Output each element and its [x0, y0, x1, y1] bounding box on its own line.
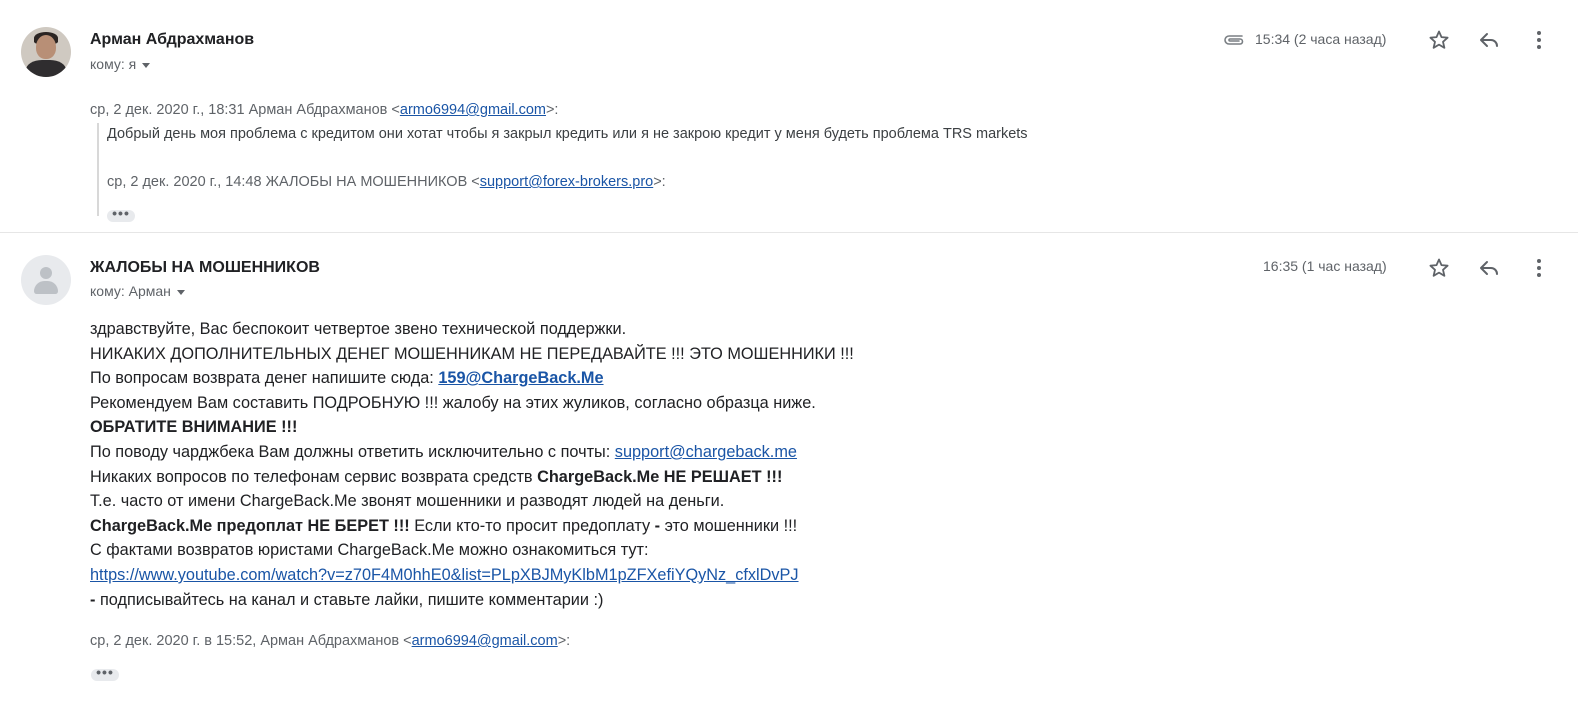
message-body: здравствуйте, Вас беспокоит четвертое зв…	[90, 317, 854, 612]
sender-email-link[interactable]: armo6994@gmail.com	[412, 633, 558, 649]
sender-email-link[interactable]: armo6994@gmail.com	[400, 102, 546, 118]
body-line: Т.е. часто от имени ChargeBack.Me звонят…	[90, 492, 725, 511]
chevron-down-icon	[176, 289, 185, 295]
body-line: По поводу чарджбека Вам должны ответить …	[90, 440, 854, 465]
youtube-link[interactable]: https://www.youtube.com/watch?v=z70F4M0h…	[90, 566, 799, 584]
quoted-header-suffix: >:	[545, 102, 559, 118]
body-line: Никаких вопросов по телефонам сервис воз…	[90, 465, 854, 490]
body-line: По вопросам возврата денег напишите сюда…	[90, 366, 854, 391]
body-line: https://www.youtube.com/watch?v=z70F4M0h…	[90, 563, 854, 588]
more-vert-icon[interactable]	[1527, 256, 1551, 280]
sender-name[interactable]: ЖАЛОБЫ НА МОШЕННИКОВ	[90, 259, 320, 277]
body-line-bold: ОБРАТИТЕ ВНИМАНИЕ !!!	[90, 418, 298, 437]
star-icon[interactable]	[1427, 256, 1451, 280]
message-time: 15:34 (2 часа назад)	[1255, 31, 1387, 47]
inner-header-text: ср, 2 дек. 2020 г., 14:48 ЖАЛОБЫ НА МОШЕ…	[107, 174, 480, 190]
quoted-header: ср, 2 дек. 2020 г. в 15:52, Арман Абдрах…	[90, 633, 570, 649]
sender-avatar[interactable]	[21, 27, 71, 77]
body-line: НИКАКИХ ДОПОЛНИТЕЛЬНЫХ ДЕНЕГ МОШЕННИКАМ …	[90, 344, 854, 363]
star-icon[interactable]	[1427, 28, 1451, 52]
body-text: подписывайтесь на канал и ставьте лайки,…	[95, 590, 604, 609]
avatar-head	[36, 35, 56, 59]
inner-quoted-header: ср, 2 дек. 2020 г., 14:48 ЖАЛОБЫ НА МОШЕ…	[107, 174, 666, 190]
inner-header-suffix: >:	[653, 174, 666, 190]
default-avatar-icon[interactable]	[21, 255, 71, 305]
reply-icon[interactable]	[1477, 28, 1501, 52]
quote-bar	[97, 123, 99, 216]
body-line: С фактами возвратов юристами ChargeBack.…	[90, 541, 649, 560]
show-trimmed-content-button[interactable]: •••	[91, 665, 119, 681]
support-chargeback-link[interactable]: support@chargeback.me	[615, 443, 797, 461]
body-line: Рекомендуем Вам составить ПОДРОБНУЮ !!! …	[90, 393, 816, 412]
message-2: ЖАЛОБЫ НА МОШЕННИКОВ кому: Арман 16:35 (…	[0, 233, 1578, 705]
quoted-header-suffix: >:	[557, 633, 571, 649]
paperclip-icon	[1224, 35, 1244, 45]
chevron-down-icon	[142, 62, 151, 68]
avatar-body	[34, 281, 58, 294]
chargeback-email-link[interactable]: 159@ChargeBack.Me	[438, 369, 603, 387]
quoted-header-text: ср, 2 дек. 2020 г. в 15:52, Арман Абдрах…	[90, 633, 412, 649]
recipient-dropdown[interactable]: кому: Арман	[90, 283, 185, 299]
body-bold-text: ChargeBack.Me предоплат НЕ БЕРЕТ !!!	[90, 516, 410, 535]
body-text: Никаких вопросов по телефонам сервис воз…	[90, 467, 538, 486]
body-line: - подписывайтесь на канал и ставьте лайк…	[90, 588, 854, 613]
quoted-header: ср, 2 дек. 2020 г., 18:31 Арман Абдрахма…	[90, 102, 558, 118]
avatar-head	[40, 267, 52, 279]
body-text: По поводу чарджбека Вам должны ответить …	[90, 442, 615, 461]
sender-name[interactable]: Арман Абдрахманов	[90, 31, 254, 49]
quoted-header-text: ср, 2 дек. 2020 г., 18:31 Арман Абдрахма…	[90, 102, 400, 118]
body-line: здравствуйте, Вас беспокоит четвертое зв…	[90, 320, 627, 338]
message-1: Арман Абдрахманов кому: я 15:34 (2 часа …	[0, 0, 1578, 233]
body-line: ChargeBack.Me предоплат НЕ БЕРЕТ !!! Есл…	[90, 514, 854, 539]
support-email-link[interactable]: support@forex-brokers.pro	[480, 174, 653, 190]
recipient-label: кому: Арман	[90, 283, 171, 299]
body-text: Если кто-то просит предоплату	[409, 516, 655, 535]
reply-icon[interactable]	[1477, 256, 1501, 280]
body-bold-text: ChargeBack.Me НЕ РЕШАЕТ !!!	[537, 467, 783, 486]
body-text: это мошенники !!!	[660, 516, 798, 535]
message-time: 16:35 (1 час назад)	[1263, 258, 1387, 274]
more-vert-icon[interactable]	[1527, 28, 1551, 52]
recipient-label: кому: я	[90, 56, 137, 72]
avatar-body	[26, 60, 66, 77]
show-trimmed-content-button[interactable]: •••	[107, 206, 135, 222]
recipient-dropdown[interactable]: кому: я	[90, 56, 151, 72]
body-text: По вопросам возврата денег напишите сюда…	[90, 369, 439, 388]
quoted-body: Добрый день моя проблема с кредитом они …	[107, 126, 1028, 142]
